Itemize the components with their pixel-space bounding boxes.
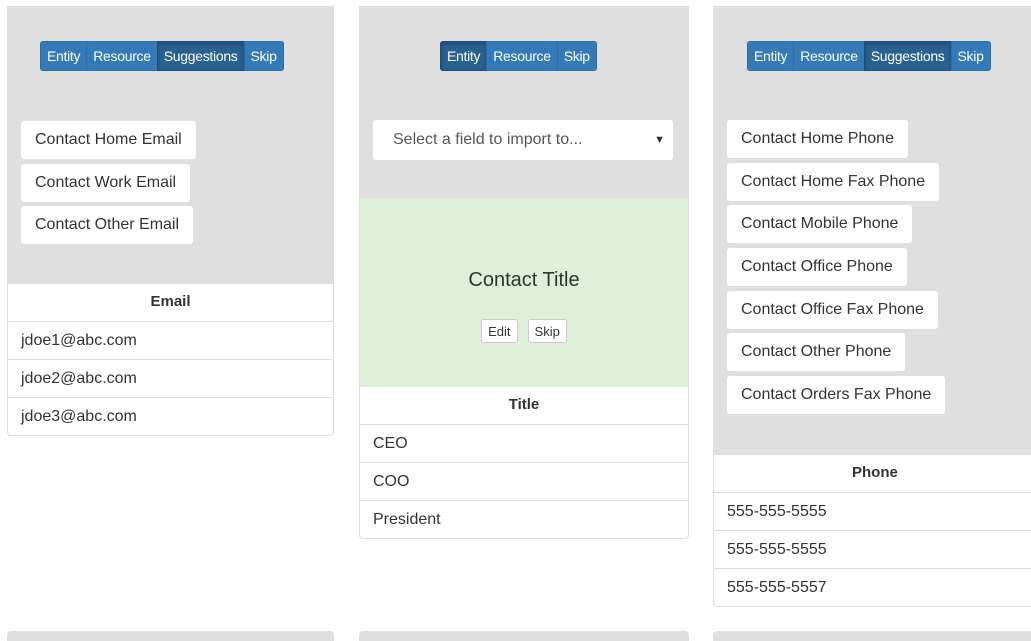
table-row: jdoe2@abc.com	[8, 360, 333, 398]
column-header: Phone	[714, 455, 1031, 493]
suggestion-contact-home-phone[interactable]: Contact Home Phone	[727, 120, 908, 158]
entity-button[interactable]: Entity	[747, 41, 795, 71]
suggestion-contact-work-email[interactable]: Contact Work Email	[21, 163, 191, 202]
suggestion-contact-home-email[interactable]: Contact Home Email	[21, 121, 196, 159]
suggestions-button[interactable]: Suggestions	[863, 41, 952, 71]
skip-button[interactable]: Skip	[950, 41, 991, 71]
cell-value: COO	[373, 473, 410, 490]
card-header-panel: Entity Resource Suggestions Skip Contact…	[714, 6, 1031, 455]
resource-button[interactable]: Resource	[86, 41, 158, 71]
resource-button[interactable]: Resource	[486, 41, 558, 71]
table-row: 555-555-5555	[714, 531, 1031, 569]
suggestion-contact-orders-fax-phone[interactable]: Contact Orders Fax Phone	[727, 376, 946, 415]
edit-button[interactable]: Edit	[481, 319, 518, 343]
table-row: President	[360, 501, 688, 538]
column-card-phone: Entity Resource Suggestions Skip Contact…	[713, 6, 1031, 607]
suggestion-list: Contact Home Phone Contact Home Fax Phon…	[727, 120, 946, 419]
suggestion-contact-home-fax-phone[interactable]: Contact Home Fax Phone	[727, 162, 940, 201]
table-row: COO	[360, 463, 688, 501]
suggestion-contact-other-email[interactable]: Contact Other Email	[21, 206, 194, 245]
cell-value: jdoe1@abc.com	[21, 332, 137, 349]
suggestion-list: Contact Home Email Contact Work Email Co…	[21, 121, 196, 249]
table-row: CEO	[360, 425, 688, 463]
table-row: 555-555-5557	[714, 569, 1031, 606]
mode-toolbar: Entity Resource Suggestions Skip	[747, 41, 991, 71]
cell-value: CEO	[373, 435, 408, 452]
card-header-panel: Entity Resource Skip Select a field to i…	[360, 6, 688, 198]
column-card-email: Entity Resource Suggestions Skip Contact…	[7, 6, 334, 436]
skip-button[interactable]: Skip	[556, 41, 597, 71]
entity-button[interactable]: Entity	[440, 41, 488, 71]
mode-toolbar: Entity Resource Skip	[440, 41, 597, 71]
cell-value: President	[373, 511, 441, 528]
cell-value: 555-555-5557	[727, 579, 827, 596]
suggestions-button[interactable]: Suggestions	[156, 41, 245, 71]
entity-button[interactable]: Entity	[40, 41, 88, 71]
column-header: Email	[8, 284, 333, 322]
table-row: jdoe1@abc.com	[8, 322, 333, 360]
matched-field-panel: Contact Title Edit Skip	[360, 198, 688, 387]
card-header-panel: Entity Resource Suggestions Skip Contact…	[8, 6, 333, 284]
column-header: Title	[360, 387, 688, 425]
skip-match-button[interactable]: Skip	[527, 319, 567, 343]
table-row: 555-555-5555	[714, 493, 1031, 531]
next-card-edge	[713, 631, 1031, 641]
suggestion-contact-office-fax-phone[interactable]: Contact Office Fax Phone	[727, 290, 938, 329]
table-row: jdoe3@abc.com	[8, 398, 333, 435]
skip-button[interactable]: Skip	[243, 41, 284, 71]
chevron-down-icon: ▼	[654, 134, 665, 146]
suggestion-contact-other-phone[interactable]: Contact Other Phone	[727, 333, 906, 372]
resource-button[interactable]: Resource	[793, 41, 865, 71]
field-select[interactable]: Select a field to import to... ▼	[373, 120, 673, 160]
suggestion-contact-mobile-phone[interactable]: Contact Mobile Phone	[727, 205, 913, 244]
next-card-edge	[359, 631, 689, 641]
suggestion-contact-office-phone[interactable]: Contact Office Phone	[727, 248, 907, 287]
matched-field-title: Contact Title	[468, 269, 580, 291]
field-select-placeholder: Select a field to import to...	[393, 131, 583, 148]
mode-toolbar: Entity Resource Suggestions Skip	[40, 41, 284, 71]
cell-value: jdoe3@abc.com	[21, 408, 137, 425]
cell-value: 555-555-5555	[727, 541, 827, 558]
matched-field-actions: Edit Skip	[360, 319, 688, 343]
cell-value: jdoe2@abc.com	[21, 370, 137, 387]
column-card-title: Entity Resource Skip Select a field to i…	[359, 6, 689, 539]
cell-value: 555-555-5555	[727, 503, 827, 520]
next-card-edge	[7, 631, 334, 641]
